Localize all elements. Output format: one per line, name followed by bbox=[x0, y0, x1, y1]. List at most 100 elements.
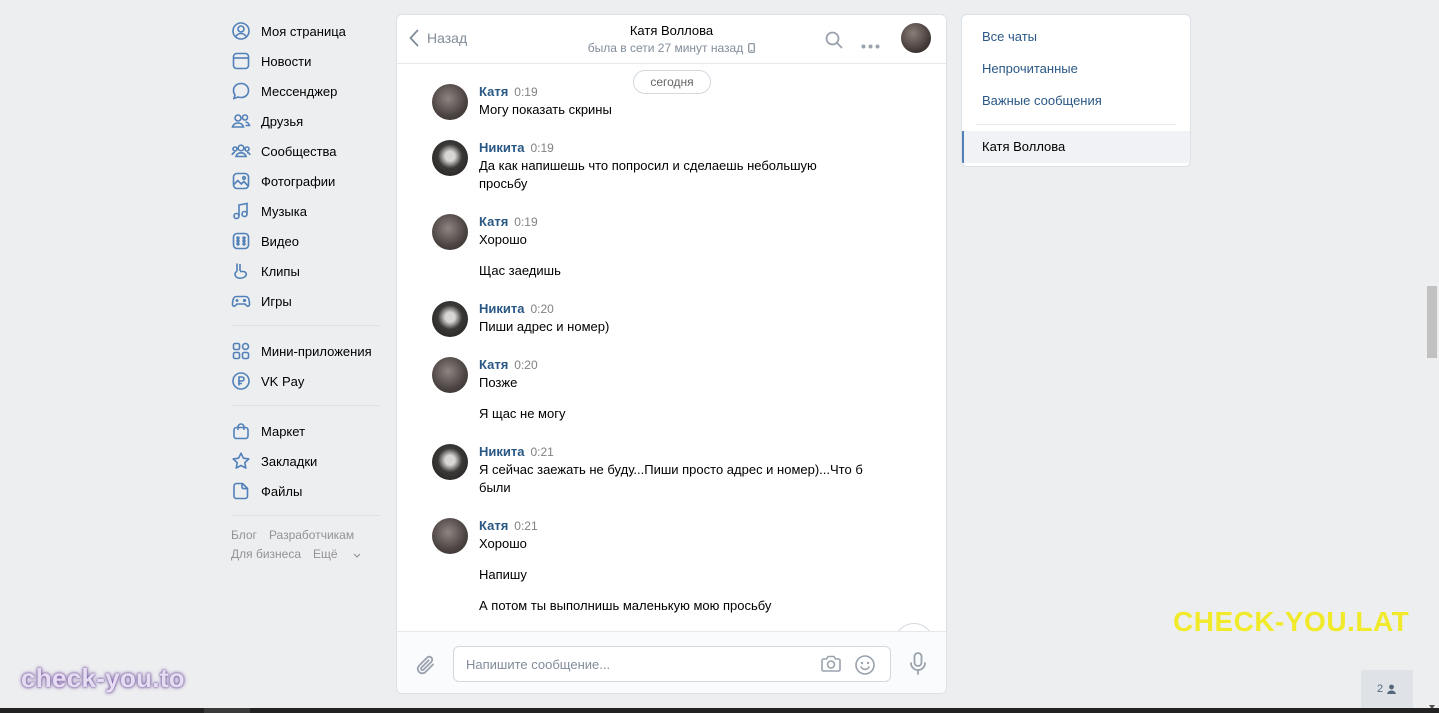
filter-unread[interactable]: Непрочитанные bbox=[962, 53, 1190, 85]
message-time[interactable]: 0:20 bbox=[530, 302, 553, 316]
avatar[interactable] bbox=[432, 518, 468, 554]
message-time[interactable]: 0:19 bbox=[530, 141, 553, 155]
message-author[interactable]: Никита bbox=[479, 444, 524, 459]
chat-header: Назад Катя Воллова была в сети 27 минут … bbox=[397, 15, 946, 64]
chat-bubble-icon bbox=[231, 81, 251, 101]
voice-message-button[interactable] bbox=[909, 652, 927, 679]
nav-item-photos[interactable]: Фотографии bbox=[231, 166, 380, 196]
more-actions-button[interactable] bbox=[861, 37, 880, 52]
emoji-button[interactable] bbox=[854, 654, 876, 679]
message-author[interactable]: Катя bbox=[479, 84, 508, 99]
nav-item-label: Моя страница bbox=[261, 23, 346, 39]
chevron-left-icon bbox=[409, 29, 419, 47]
message-author[interactable]: Никита bbox=[479, 301, 524, 316]
avatar[interactable] bbox=[432, 301, 468, 337]
music-note-icon bbox=[231, 201, 251, 221]
filter-all-chats[interactable]: Все чаты bbox=[962, 21, 1190, 53]
message-item: Никита 0:19 Да как напишешь что попросил … bbox=[432, 140, 892, 193]
nav-item-music[interactable]: Музыка bbox=[231, 196, 380, 226]
nav-divider bbox=[231, 325, 380, 326]
nav-item-label: Мессенджер bbox=[261, 83, 338, 99]
attach-button[interactable] bbox=[416, 654, 436, 679]
friends-icon bbox=[231, 111, 251, 131]
nav-item-friends[interactable]: Друзья bbox=[231, 106, 380, 136]
message-text: Я сейчас заежать не буду...Пиши просто а… bbox=[479, 462, 863, 495]
message-time[interactable]: 0:20 bbox=[514, 358, 537, 372]
message-text: Хорошо bbox=[479, 536, 527, 551]
left-navigation: Моя страница Новости Мессенджер Друзья С… bbox=[231, 16, 380, 564]
search-button[interactable] bbox=[825, 31, 843, 52]
footer-link-business[interactable]: Для бизнеса bbox=[231, 547, 301, 561]
chat-filter-panel: Все чаты Непрочитанные Важные сообщения … bbox=[961, 14, 1191, 167]
avatar[interactable] bbox=[432, 444, 468, 480]
mobile-phone-icon bbox=[748, 43, 756, 53]
message-text: А потом ты выполнишь маленькую мою прось… bbox=[479, 598, 772, 613]
message-text: Да как напишешь что попросил и сделаешь … bbox=[479, 158, 817, 191]
nav-item-news[interactable]: Новости bbox=[231, 46, 380, 76]
chevron-down-icon bbox=[353, 553, 361, 558]
message-item: Катя 0:21 Хорошо Напишу А потом ты выполн… bbox=[432, 518, 892, 615]
scrollbar-thumb[interactable] bbox=[1427, 286, 1437, 358]
message-text: Напишу bbox=[479, 567, 527, 582]
message-time[interactable]: 0:19 bbox=[514, 85, 537, 99]
back-label: Назад bbox=[427, 30, 468, 46]
message-author[interactable]: Катя bbox=[479, 357, 508, 372]
message-author[interactable]: Катя bbox=[479, 214, 508, 229]
back-button[interactable]: Назад bbox=[409, 29, 467, 47]
message-text: Пиши адрес и номер) bbox=[479, 319, 610, 334]
nav-item-clips[interactable]: Клипы bbox=[231, 256, 380, 286]
clips-icon bbox=[231, 261, 251, 281]
nav-item-mini-apps[interactable]: Мини-приложения bbox=[231, 336, 380, 366]
message-author[interactable]: Катя bbox=[479, 518, 508, 533]
message-composer bbox=[397, 631, 946, 693]
footer-link-more[interactable]: Ещё bbox=[313, 547, 361, 561]
message-author[interactable]: Никита bbox=[479, 140, 524, 155]
nav-divider bbox=[231, 405, 380, 406]
nav-item-messenger[interactable]: Мессенджер bbox=[231, 76, 380, 106]
message-time[interactable]: 0:19 bbox=[514, 215, 537, 229]
footer-link-developers[interactable]: Разработчикам bbox=[269, 528, 354, 542]
camera-button[interactable] bbox=[820, 654, 842, 677]
nav-item-video[interactable]: Видео bbox=[231, 226, 380, 256]
message-history[interactable]: сегодня Катя 0:19 Могу показать скрины Ни… bbox=[397, 64, 946, 631]
online-count: 2 bbox=[1376, 683, 1384, 695]
file-icon bbox=[231, 481, 251, 501]
nav-item-vk-pay[interactable]: VK Pay bbox=[231, 366, 380, 396]
nav-item-games[interactable]: Игры bbox=[231, 286, 380, 316]
nav-item-label: VK Pay bbox=[261, 373, 305, 389]
message-item: Катя 0:19 Могу показать скрины bbox=[432, 84, 892, 120]
active-chat-item[interactable]: Катя Воллова bbox=[962, 131, 1190, 163]
nav-item-label: Фотографии bbox=[261, 173, 336, 189]
avatar[interactable] bbox=[432, 214, 468, 250]
avatar[interactable] bbox=[432, 140, 468, 176]
online-friends-button[interactable]: 2 bbox=[1361, 670, 1413, 708]
nav-item-my-page[interactable]: Моя страница bbox=[231, 16, 380, 46]
nav-item-label: Игры bbox=[261, 293, 292, 309]
message-text: Могу показать скрины bbox=[479, 102, 612, 117]
scroll-to-bottom-button[interactable] bbox=[894, 623, 934, 631]
nav-item-bookmarks[interactable]: Закладки bbox=[231, 446, 380, 476]
message-time[interactable]: 0:21 bbox=[514, 519, 537, 533]
filter-important[interactable]: Важные сообщения bbox=[962, 85, 1190, 117]
message-text: Щас заедишь bbox=[479, 263, 561, 278]
peer-avatar[interactable] bbox=[901, 23, 931, 53]
message-input[interactable] bbox=[466, 655, 806, 673]
video-icon bbox=[231, 231, 251, 251]
star-icon bbox=[231, 451, 251, 471]
avatar[interactable] bbox=[432, 84, 468, 120]
shopping-bag-icon bbox=[231, 421, 251, 441]
avatar[interactable] bbox=[432, 357, 468, 393]
communities-icon bbox=[231, 141, 251, 161]
footer-link-blog[interactable]: Блог bbox=[231, 528, 257, 542]
nav-item-files[interactable]: Файлы bbox=[231, 476, 380, 506]
smile-icon bbox=[855, 655, 875, 675]
nav-item-market[interactable]: Маркет bbox=[231, 416, 380, 446]
nav-item-label: Клипы bbox=[261, 263, 300, 279]
nav-item-communities[interactable]: Сообщества bbox=[231, 136, 380, 166]
nav-item-label: Друзья bbox=[261, 113, 304, 129]
message-time[interactable]: 0:21 bbox=[530, 445, 553, 459]
taskbar-segment bbox=[204, 708, 250, 713]
peer-name[interactable]: Катя Воллова bbox=[397, 23, 946, 38]
photo-icon bbox=[231, 171, 251, 191]
message-item: Катя 0:20 Позже Я щас не могу bbox=[432, 357, 892, 423]
